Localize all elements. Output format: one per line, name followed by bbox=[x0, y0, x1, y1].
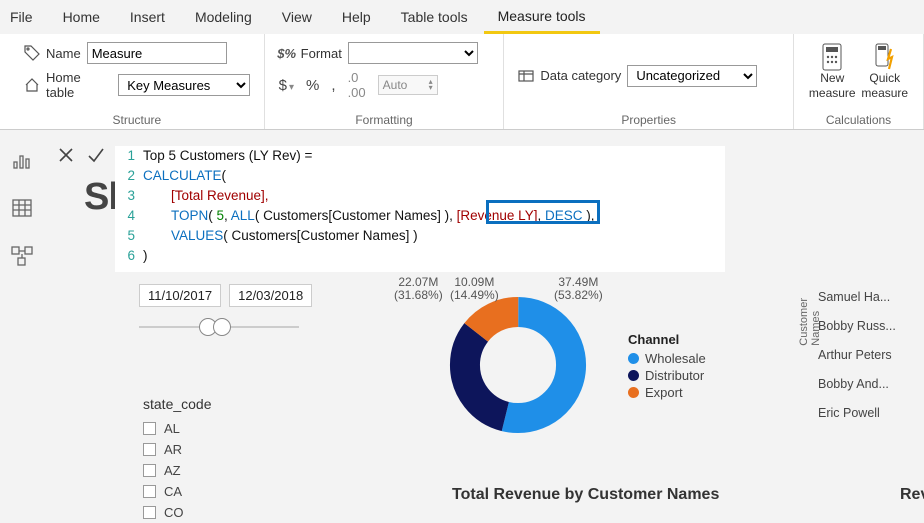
date-start-input[interactable]: 11/10/2017 bbox=[139, 284, 221, 307]
group-label-formatting: Formatting bbox=[279, 113, 490, 127]
tag-icon bbox=[24, 45, 40, 61]
format-icon: $% bbox=[279, 45, 295, 61]
bar-category[interactable]: Samuel Ha... bbox=[818, 282, 896, 311]
measure-name-input[interactable] bbox=[87, 42, 227, 64]
ribbon: Name Home table Key Measures Structure $… bbox=[0, 34, 924, 130]
view-switcher bbox=[0, 130, 44, 510]
state-slicer-title: state_code bbox=[143, 396, 212, 412]
tab-view[interactable]: View bbox=[268, 0, 326, 34]
channel-donut-chart[interactable] bbox=[433, 280, 603, 450]
tab-home[interactable]: Home bbox=[49, 0, 114, 34]
auto-decimals-stepper[interactable]: Auto▴▾ bbox=[378, 75, 438, 95]
customer-bar-categories: Samuel Ha... Bobby Russ... Arthur Peters… bbox=[818, 282, 896, 427]
decimal-button[interactable]: .0.00 bbox=[348, 70, 366, 100]
state-option[interactable]: AL bbox=[143, 418, 212, 439]
data-category-select[interactable]: Uncategorized bbox=[627, 65, 757, 87]
group-label-structure: Structure bbox=[24, 113, 250, 127]
tab-file[interactable]: File bbox=[10, 0, 47, 34]
bar-category[interactable]: Arthur Peters bbox=[818, 340, 896, 369]
bar-category[interactable]: Bobby And... bbox=[818, 369, 896, 398]
date-end-input[interactable]: 12/03/2018 bbox=[229, 284, 312, 307]
tab-insert[interactable]: Insert bbox=[116, 0, 179, 34]
model-view-button[interactable] bbox=[10, 244, 34, 268]
bar-category[interactable]: Eric Powell bbox=[818, 398, 896, 427]
data-view-button[interactable] bbox=[10, 196, 34, 220]
group-label-calculations: Calculations bbox=[808, 113, 909, 127]
currency-button[interactable]: $ bbox=[279, 77, 294, 94]
tab-help[interactable]: Help bbox=[328, 0, 385, 34]
donut-label-distributor: 22.07M(31.68%) bbox=[394, 276, 443, 302]
legend-item[interactable]: Export bbox=[628, 385, 706, 400]
format-label: Format bbox=[301, 46, 342, 61]
state-slicer[interactable]: state_code AL AR AZ CA CO bbox=[143, 396, 212, 523]
calculator-icon bbox=[820, 42, 844, 70]
home-icon bbox=[24, 77, 40, 93]
channel-legend: Channel Wholesale Distributor Export bbox=[628, 332, 706, 402]
tab-table-tools[interactable]: Table tools bbox=[387, 0, 482, 34]
cutoff-title: Rev bbox=[900, 486, 924, 504]
legend-title: Channel bbox=[628, 332, 706, 347]
new-measure-button[interactable]: New measure bbox=[808, 42, 857, 100]
quick-measure-button[interactable]: Quick measure bbox=[861, 42, 910, 100]
home-table-select[interactable]: Key Measures bbox=[118, 74, 249, 96]
home-table-label: Home table bbox=[46, 70, 112, 100]
tab-modeling[interactable]: Modeling bbox=[181, 0, 266, 34]
legend-item[interactable]: Distributor bbox=[628, 368, 706, 383]
bar-category[interactable]: Bobby Russ... bbox=[818, 311, 896, 340]
thousands-button[interactable]: , bbox=[331, 77, 335, 94]
state-option[interactable]: AZ bbox=[143, 460, 212, 481]
tab-bar: File Home Insert Modeling View Help Tabl… bbox=[0, 0, 924, 34]
ribbon-group-calculations: New measure Quick measure Calculations bbox=[794, 34, 924, 129]
donut-label-export: 10.09M(14.49%) bbox=[450, 276, 499, 302]
formula-editor[interactable]: 1Top 5 Customers (LY Rev) = 2CALCULATE( … bbox=[115, 146, 725, 272]
ribbon-group-structure: Name Home table Key Measures Structure bbox=[10, 34, 265, 129]
data-category-label: Data category bbox=[540, 68, 621, 83]
state-option[interactable]: AR bbox=[143, 439, 212, 460]
date-slicer[interactable]: 11/10/2017 12/03/2018 bbox=[139, 284, 312, 307]
ribbon-group-properties: Data category Uncategorized Properties bbox=[504, 34, 794, 129]
data-category-icon bbox=[518, 68, 534, 84]
state-option[interactable]: CO bbox=[143, 502, 212, 523]
legend-item[interactable]: Wholesale bbox=[628, 351, 706, 366]
tutorial-highlight bbox=[486, 200, 600, 224]
format-select[interactable] bbox=[348, 42, 478, 64]
name-label: Name bbox=[46, 46, 81, 61]
formula-cancel-button[interactable] bbox=[55, 144, 77, 166]
report-view-button[interactable] bbox=[10, 148, 34, 172]
bar-chart-title: Total Revenue by Customer Names bbox=[452, 486, 719, 504]
date-slider[interactable] bbox=[139, 316, 299, 340]
ribbon-group-formatting: $% Format $ % , .0.00 Auto▴▾ Formatting bbox=[265, 34, 505, 129]
state-option[interactable]: CA bbox=[143, 481, 212, 502]
percent-button[interactable]: % bbox=[306, 77, 319, 94]
formula-commit-button[interactable] bbox=[85, 144, 107, 166]
tab-measure-tools[interactable]: Measure tools bbox=[484, 0, 600, 34]
quick-measure-icon bbox=[873, 42, 897, 70]
donut-label-wholesale: 37.49M(53.82%) bbox=[554, 276, 603, 302]
group-label-properties: Properties bbox=[518, 113, 779, 127]
